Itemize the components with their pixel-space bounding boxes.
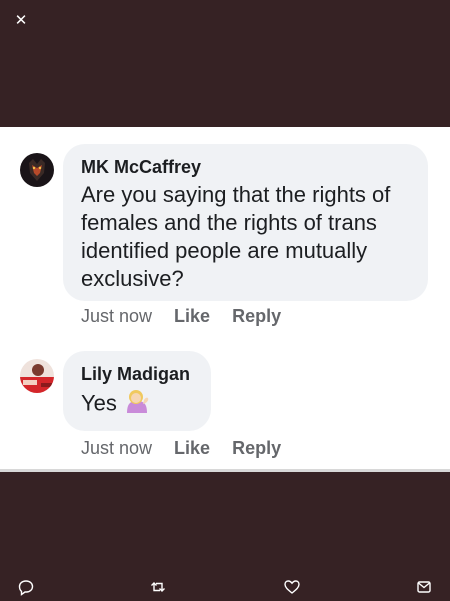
- comment-text: Are you saying that the rights of female…: [81, 182, 391, 291]
- reply-icon[interactable]: [17, 578, 35, 596]
- comment-text: Yes: [81, 388, 193, 421]
- comment-text-value: Yes: [81, 390, 117, 416]
- comment-timestamp: Just now: [81, 306, 153, 326]
- like-button[interactable]: Like: [174, 306, 210, 326]
- divider: [0, 469, 450, 472]
- comment-actions: Just now Like Reply: [81, 438, 303, 459]
- comment-bubble: MK McCaffrey Are you saying that the rig…: [63, 144, 428, 301]
- avatar-mk-mccaffrey[interactable]: [20, 153, 54, 187]
- comment-author[interactable]: MK McCaffrey: [81, 156, 410, 178]
- reply-button[interactable]: Reply: [232, 438, 281, 458]
- share-icon[interactable]: [415, 578, 433, 596]
- woman-tipping-hand-icon: [123, 388, 151, 421]
- comment-author[interactable]: Lily Madigan: [81, 363, 193, 385]
- like-button[interactable]: Like: [174, 438, 210, 458]
- avatar-lily-madigan[interactable]: [20, 359, 54, 393]
- heart-icon[interactable]: [283, 578, 301, 596]
- close-icon[interactable]: ✕: [10, 10, 32, 32]
- comment-bubble: Lily Madigan Yes: [63, 351, 211, 431]
- reply-button[interactable]: Reply: [232, 306, 281, 326]
- comment-actions: Just now Like Reply: [81, 306, 303, 327]
- comment-timestamp: Just now: [81, 438, 153, 458]
- retweet-icon[interactable]: [149, 578, 167, 596]
